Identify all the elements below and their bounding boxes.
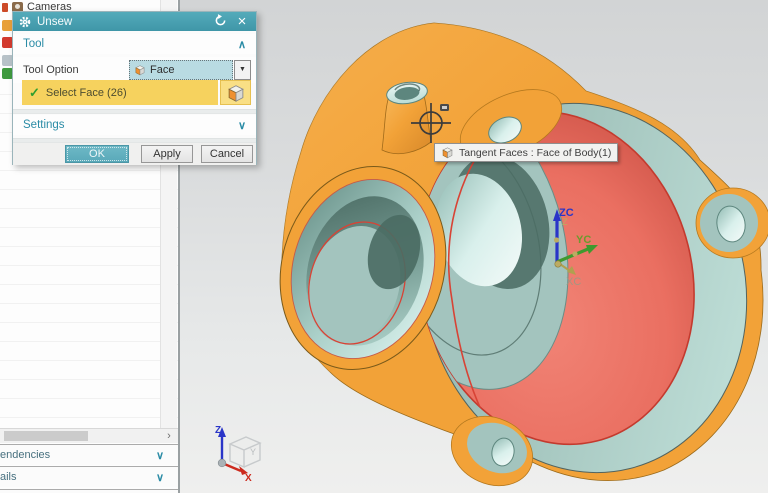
settings-section-header[interactable]: Settings ∨ bbox=[13, 115, 256, 135]
ok-button[interactable]: OK bbox=[65, 145, 129, 163]
tool-option-combo[interactable]: Face bbox=[129, 60, 233, 80]
wcs-y-label: YC bbox=[576, 234, 591, 246]
tool-option-label: Tool Option bbox=[23, 64, 79, 76]
face-cube-icon bbox=[226, 83, 246, 103]
application-window: ZC Z YC XC Y Z X Tangent Faces: Face of… bbox=[0, 0, 768, 493]
chevron-up-icon[interactable]: ∧ bbox=[238, 38, 246, 51]
dialog-title: Unsew bbox=[37, 15, 73, 28]
tree-horizontal-scrollbar[interactable]: › bbox=[0, 428, 178, 443]
dialog-button-row: OK Apply Cancel bbox=[13, 143, 256, 165]
tool-section-label: Tool bbox=[23, 38, 45, 50]
selection-tooltip: Tangent Faces : Face of Body(1) bbox=[434, 143, 619, 162]
dependencies-panel-header[interactable]: endencies ∨ bbox=[0, 444, 178, 465]
select-face-button[interactable] bbox=[220, 80, 251, 105]
tool-section-header[interactable]: Tool ∧ bbox=[13, 34, 256, 54]
face-icon bbox=[441, 146, 454, 159]
ear-right[interactable] bbox=[695, 187, 768, 259]
chevron-down-icon[interactable]: ∨ bbox=[156, 449, 164, 462]
expand-glyph[interactable] bbox=[2, 2, 8, 12]
dependencies-label: endencies bbox=[0, 449, 51, 461]
face-icon bbox=[134, 64, 146, 76]
reset-icon bbox=[215, 14, 225, 26]
close-button[interactable]: × bbox=[234, 13, 250, 30]
select-face-row[interactable]: ✓ Select Face (26) bbox=[22, 80, 218, 105]
chevron-down-icon[interactable]: ∨ bbox=[238, 119, 246, 132]
dialog-titlebar[interactable]: Unsew × bbox=[13, 12, 256, 31]
hscroll-thumb[interactable] bbox=[4, 431, 88, 441]
next-panel-sliver bbox=[0, 489, 178, 493]
tooltip-text: Tangent Faces : Face of Body(1) bbox=[459, 146, 612, 159]
combo-dropdown-arrow[interactable]: ▼ bbox=[234, 60, 251, 80]
wcs-z-ghost-label: Z bbox=[562, 217, 568, 227]
details-label: ails bbox=[0, 471, 17, 483]
select-face-label: Select Face (26) bbox=[45, 86, 127, 99]
reset-button[interactable] bbox=[212, 14, 228, 29]
section-separator bbox=[13, 109, 256, 114]
hscroll-right-arrow[interactable]: › bbox=[162, 429, 176, 443]
combo-value: Face bbox=[150, 64, 175, 76]
cursor-mode-glyph bbox=[440, 104, 449, 111]
chevron-down-icon[interactable]: ∨ bbox=[156, 471, 164, 484]
acs-y-label: Y bbox=[250, 447, 256, 457]
wcs-x-label: XC bbox=[566, 276, 581, 288]
details-panel-header[interactable]: ails ∨ bbox=[0, 466, 178, 487]
unsew-dialog: Unsew × Tool ∧ Tool Option Face ▼ ✓ Sele… bbox=[12, 11, 257, 165]
acs-z-label: Z bbox=[215, 425, 221, 436]
check-icon: ✓ bbox=[29, 84, 40, 100]
apply-button[interactable]: Apply bbox=[141, 145, 193, 163]
acs-indicator: Y Z X bbox=[215, 425, 262, 484]
graphics-viewport[interactable]: ZC Z YC XC Y Z X bbox=[180, 0, 768, 493]
settings-section-label: Settings bbox=[23, 119, 65, 131]
top-nozzle[interactable] bbox=[381, 80, 432, 155]
gear-icon bbox=[19, 16, 31, 27]
acs-x-label: X bbox=[245, 473, 252, 484]
cancel-button[interactable]: Cancel bbox=[201, 145, 253, 163]
